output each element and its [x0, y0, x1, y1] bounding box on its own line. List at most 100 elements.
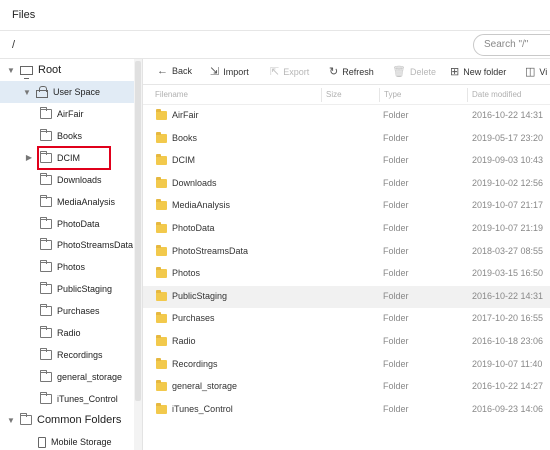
table-row[interactable]: Books Folder 2019-05-17 23:20: [143, 128, 550, 151]
file-name: Recordings: [172, 358, 218, 369]
folder-icon: [40, 260, 52, 273]
file-date: 2019-09-03 10:43: [472, 155, 544, 166]
new-folder-icon: ⊞: [450, 66, 460, 78]
tree-folder-label: iTunes_Control: [57, 393, 118, 404]
file-type: Folder: [383, 155, 409, 166]
file-name: DCIM: [172, 155, 195, 166]
folder-icon: [40, 128, 52, 141]
table-row[interactable]: Downloads Folder 2019-10-02 12:56: [143, 173, 550, 196]
tree-folder-label: Books: [57, 130, 83, 141]
tree-folder-item[interactable]: Recordings: [38, 344, 103, 366]
table-row[interactable]: PhotoStreamsData Folder 2018-03-27 08:55: [143, 241, 550, 264]
path-bar: / Search "/": [0, 30, 550, 59]
view-button[interactable]: ◫ Vi: [525, 65, 547, 78]
tree-folder-item[interactable]: PublicStaging: [38, 278, 112, 300]
tree-folder-item[interactable]: Photos: [38, 256, 85, 278]
view-icon: ◫: [525, 66, 536, 78]
tree-folder-item[interactable]: Books: [38, 125, 82, 147]
expand-arrow-icon[interactable]: ▶: [24, 153, 34, 162]
table-row[interactable]: Purchases Folder 2017-10-20 16:55: [143, 308, 550, 331]
file-date: 2016-10-22 14:31: [472, 290, 544, 301]
tree-folder-label: Downloads: [57, 174, 102, 185]
refresh-button[interactable]: ↻ Refresh: [329, 65, 374, 78]
tree-folder-label: PublicStaging: [57, 284, 113, 295]
folder-icon: [156, 154, 167, 166]
search-input[interactable]: Search "/": [473, 34, 550, 56]
table-row[interactable]: PublicStaging Folder 2016-10-22 14:31: [143, 285, 550, 309]
file-list: AirFair Folder 2016-10-22 14:31 Books Folder…: [143, 105, 550, 421]
file-name: PublicStaging: [172, 290, 228, 301]
collapse-arrow-icon[interactable]: ▼: [22, 88, 32, 97]
new-folder-button[interactable]: ⊞ New folder: [450, 65, 506, 78]
export-icon: ⇱: [270, 66, 280, 78]
tree-folder-item[interactable]: Purchases: [38, 300, 100, 322]
table-row[interactable]: Photos Folder 2019-03-15 16:50: [143, 263, 550, 286]
delete-label: Delete: [409, 66, 436, 77]
tree-folder-item[interactable]: iTunes_Control: [38, 388, 118, 410]
folder-icon: [156, 334, 167, 346]
export-label: Export: [283, 66, 310, 77]
folder-icon: [156, 402, 167, 414]
tree-root-label: Root: [38, 64, 62, 76]
collapse-arrow-icon[interactable]: ▼: [6, 416, 16, 425]
toolbar: ← Back ⇲ Import ⇱ Export ↻ Refresh 🗑 Del…: [143, 59, 550, 85]
folder-icon: [156, 312, 167, 324]
file-name: AirFair: [172, 110, 199, 120]
tree-folder-label: Radio: [57, 328, 81, 338]
file-type: Folder: [383, 222, 409, 233]
file-date: 2019-05-17 23:20: [472, 132, 544, 143]
tree-folder-item[interactable]: MediaAnalysis: [38, 191, 115, 213]
file-name: Books: [172, 132, 198, 143]
tree-folder-item[interactable]: Radio: [38, 322, 81, 344]
import-button[interactable]: ⇲ Import: [210, 65, 249, 78]
tree-folder-item[interactable]: Downloads: [38, 169, 102, 191]
file-date: 2016-10-18 23:06: [472, 335, 544, 346]
tree-user-space[interactable]: ▼ User Space: [0, 81, 134, 103]
column-date-modified[interactable]: Date modified: [472, 90, 521, 99]
view-label: Vi: [539, 66, 548, 77]
file-date: 2016-10-22 14:31: [472, 110, 544, 120]
tree-folder-item[interactable]: AirFair: [38, 103, 84, 125]
tree-folder-label: Photos: [57, 262, 86, 273]
back-button[interactable]: ← Back: [157, 65, 192, 77]
tree-mobile-storage[interactable]: Mobile Storage: [38, 431, 112, 450]
folder-icon: [40, 326, 52, 338]
table-row[interactable]: MediaAnalysis Folder 2019-10-07 21:17: [143, 195, 550, 218]
file-name: MediaAnalysis: [172, 200, 231, 211]
file-name: PhotoData: [172, 222, 215, 233]
tree-common-folders[interactable]: ▼ Common Folders: [6, 409, 121, 431]
file-name: Purchases: [172, 313, 215, 324]
tree-folder-item[interactable]: general_storage: [38, 366, 122, 388]
folder-icon: [40, 238, 52, 251]
column-filename[interactable]: Filename: [155, 90, 188, 99]
tree-root[interactable]: ▼ Root: [6, 59, 61, 81]
column-size[interactable]: Size: [326, 90, 342, 99]
title-bar: Files: [0, 0, 550, 30]
file-date: 2017-10-20 16:55: [472, 313, 544, 324]
tree-folder-item[interactable]: PhotoData: [38, 213, 100, 235]
folder-icon: [40, 347, 52, 360]
table-row[interactable]: AirFair Folder 2016-10-22 14:31: [143, 105, 550, 128]
folder-icon: [156, 380, 167, 392]
file-date: 2016-10-22 14:27: [472, 381, 544, 392]
sidebar-scrollbar[interactable]: [134, 59, 142, 450]
phone-icon: [38, 436, 46, 448]
file-type: Folder: [383, 358, 409, 369]
tree-folder-item[interactable]: PhotoStreamsData: [38, 234, 133, 256]
tree-user-space-label: User Space: [53, 87, 101, 97]
folder-icon: [40, 107, 52, 119]
delete-button[interactable]: 🗑 Delete: [392, 65, 436, 78]
collapse-arrow-icon[interactable]: ▼: [6, 66, 16, 75]
table-row[interactable]: general_storage Folder 2016-10-22 14:27: [143, 376, 550, 399]
lock-icon: [36, 86, 48, 98]
table-row[interactable]: DCIM Folder 2019-09-03 10:43: [143, 150, 550, 173]
dcim-highlight-box: [37, 146, 111, 170]
file-name: Photos: [172, 268, 201, 279]
table-row[interactable]: PhotoData Folder 2019-10-07 21:19: [143, 218, 550, 241]
table-row[interactable]: Recordings Folder 2019-10-07 11:40: [143, 354, 550, 377]
file-date: 2019-03-15 16:50: [472, 268, 544, 279]
export-button[interactable]: ⇱ Export: [270, 65, 309, 78]
column-type[interactable]: Type: [384, 90, 401, 99]
table-row[interactable]: iTunes_Control Folder 2016-09-23 14:06: [143, 399, 550, 422]
table-row[interactable]: Radio Folder 2016-10-18 23:06: [143, 331, 550, 354]
